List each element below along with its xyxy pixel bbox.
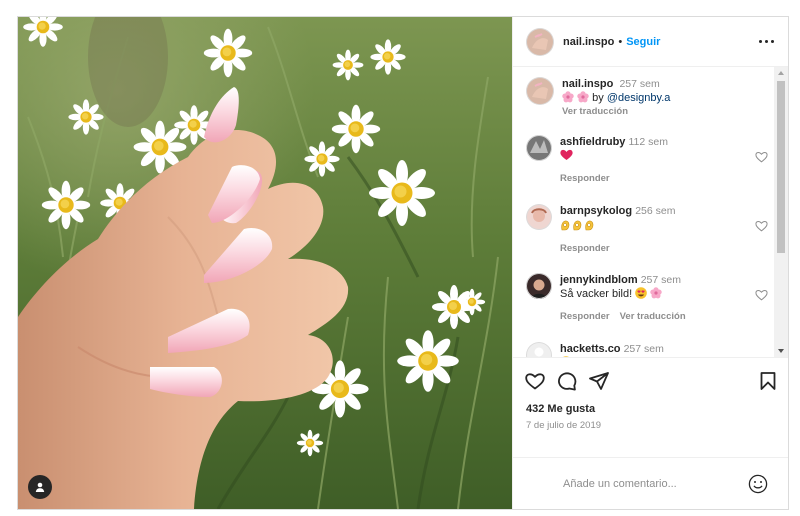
comment-see-translation[interactable]: Ver traducción	[620, 311, 686, 322]
tagged-users-button[interactable]	[28, 475, 52, 499]
follow-button[interactable]: Seguir	[626, 36, 660, 48]
comment-username[interactable]: jennykindblom	[560, 274, 638, 286]
caption-username[interactable]: nail.inspo	[562, 78, 613, 90]
user-icon	[35, 482, 45, 492]
like-heart-icon[interactable]	[525, 372, 545, 390]
comment-time[interactable]: 112 sem	[628, 136, 668, 148]
likes-count[interactable]: 432 Me gusta	[513, 403, 788, 419]
commenter-avatar[interactable]	[526, 135, 552, 161]
author-avatar[interactable]	[526, 27, 554, 56]
comment-time[interactable]: 256 sem	[635, 205, 675, 217]
caption: nail.inspo 257 sem by @designby.a Ver tr…	[526, 77, 766, 119]
commenter-avatar[interactable]	[526, 273, 552, 299]
action-bar	[513, 357, 788, 403]
like-comment-heart-icon[interactable]	[755, 151, 768, 163]
comment-time[interactable]: 257 sem	[624, 343, 664, 355]
red-heart-icon	[560, 149, 573, 160]
separator-dot: •	[618, 35, 623, 48]
comment-item: ashfieldruby 112 sem Responder	[526, 135, 768, 186]
post-side-panel: nail.inspo • Seguir nail.inspo 257 sem b…	[512, 17, 788, 509]
like-comment-heart-icon[interactable]	[755, 220, 768, 232]
photo-hand-with-pink-nails	[18, 17, 512, 509]
caption-by: by	[592, 92, 604, 104]
add-comment-bar	[513, 457, 788, 509]
caption-mention[interactable]: @designby.a	[607, 92, 671, 104]
comment-username[interactable]: barnpsykolog	[560, 205, 632, 217]
caption-see-translation[interactable]: Ver traducción	[562, 105, 766, 119]
ok-hand-icon	[561, 220, 594, 231]
comment-username[interactable]: hacketts.co	[560, 343, 621, 355]
cherry-blossom-icon	[577, 91, 589, 103]
comment-item: jennykindblom 257 sem Så vacker bild! Re…	[526, 273, 768, 324]
author-avatar[interactable]	[526, 77, 554, 105]
cherry-blossom-icon	[562, 91, 574, 103]
comment-text: Så vacker bild!	[560, 288, 633, 300]
comment-time[interactable]: 257 sem	[641, 274, 681, 286]
heart-eyes-icon	[563, 356, 569, 357]
emoji-picker-icon[interactable]	[748, 474, 768, 494]
post-date[interactable]: 7 de julio de 2019	[513, 419, 788, 457]
comment-bubble-icon[interactable]	[557, 371, 577, 391]
save-bookmark-icon[interactable]	[760, 371, 776, 390]
more-options-icon[interactable]	[758, 39, 774, 44]
scroll-down-arrow-icon[interactable]	[778, 349, 784, 353]
commenter-avatar[interactable]	[526, 204, 552, 230]
comment-username[interactable]: ashfieldruby	[560, 136, 625, 148]
post-header: nail.inspo • Seguir	[513, 17, 788, 67]
post-image[interactable]	[18, 17, 512, 509]
cherry-blossom-icon	[650, 287, 662, 299]
share-paper-plane-icon[interactable]	[589, 371, 609, 390]
heart-eyes-icon	[635, 287, 648, 299]
comments-list[interactable]: nail.inspo 257 sem by @designby.a Ver tr…	[513, 67, 788, 357]
scrollbar-thumb[interactable]	[777, 81, 785, 253]
commenter-avatar-placeholder[interactable]	[526, 342, 552, 357]
caption-time[interactable]: 257 sem	[619, 78, 659, 90]
like-comment-heart-icon[interactable]	[755, 289, 768, 301]
comments-scrollbar[interactable]	[774, 67, 788, 357]
scroll-up-arrow-icon[interactable]	[778, 71, 784, 75]
author-username[interactable]: nail.inspo	[563, 36, 614, 48]
comment-item: barnpsykolog 256 sem Responder	[526, 204, 768, 256]
reply-button[interactable]: Responder	[560, 243, 610, 254]
post-dialog: nail.inspo • Seguir nail.inspo 257 sem b…	[17, 16, 789, 510]
comment-item: hacketts.co 257 sem	[526, 342, 766, 357]
reply-button[interactable]: Responder	[560, 311, 610, 322]
add-comment-input[interactable]	[563, 477, 748, 490]
reply-button[interactable]: Responder	[560, 173, 610, 184]
